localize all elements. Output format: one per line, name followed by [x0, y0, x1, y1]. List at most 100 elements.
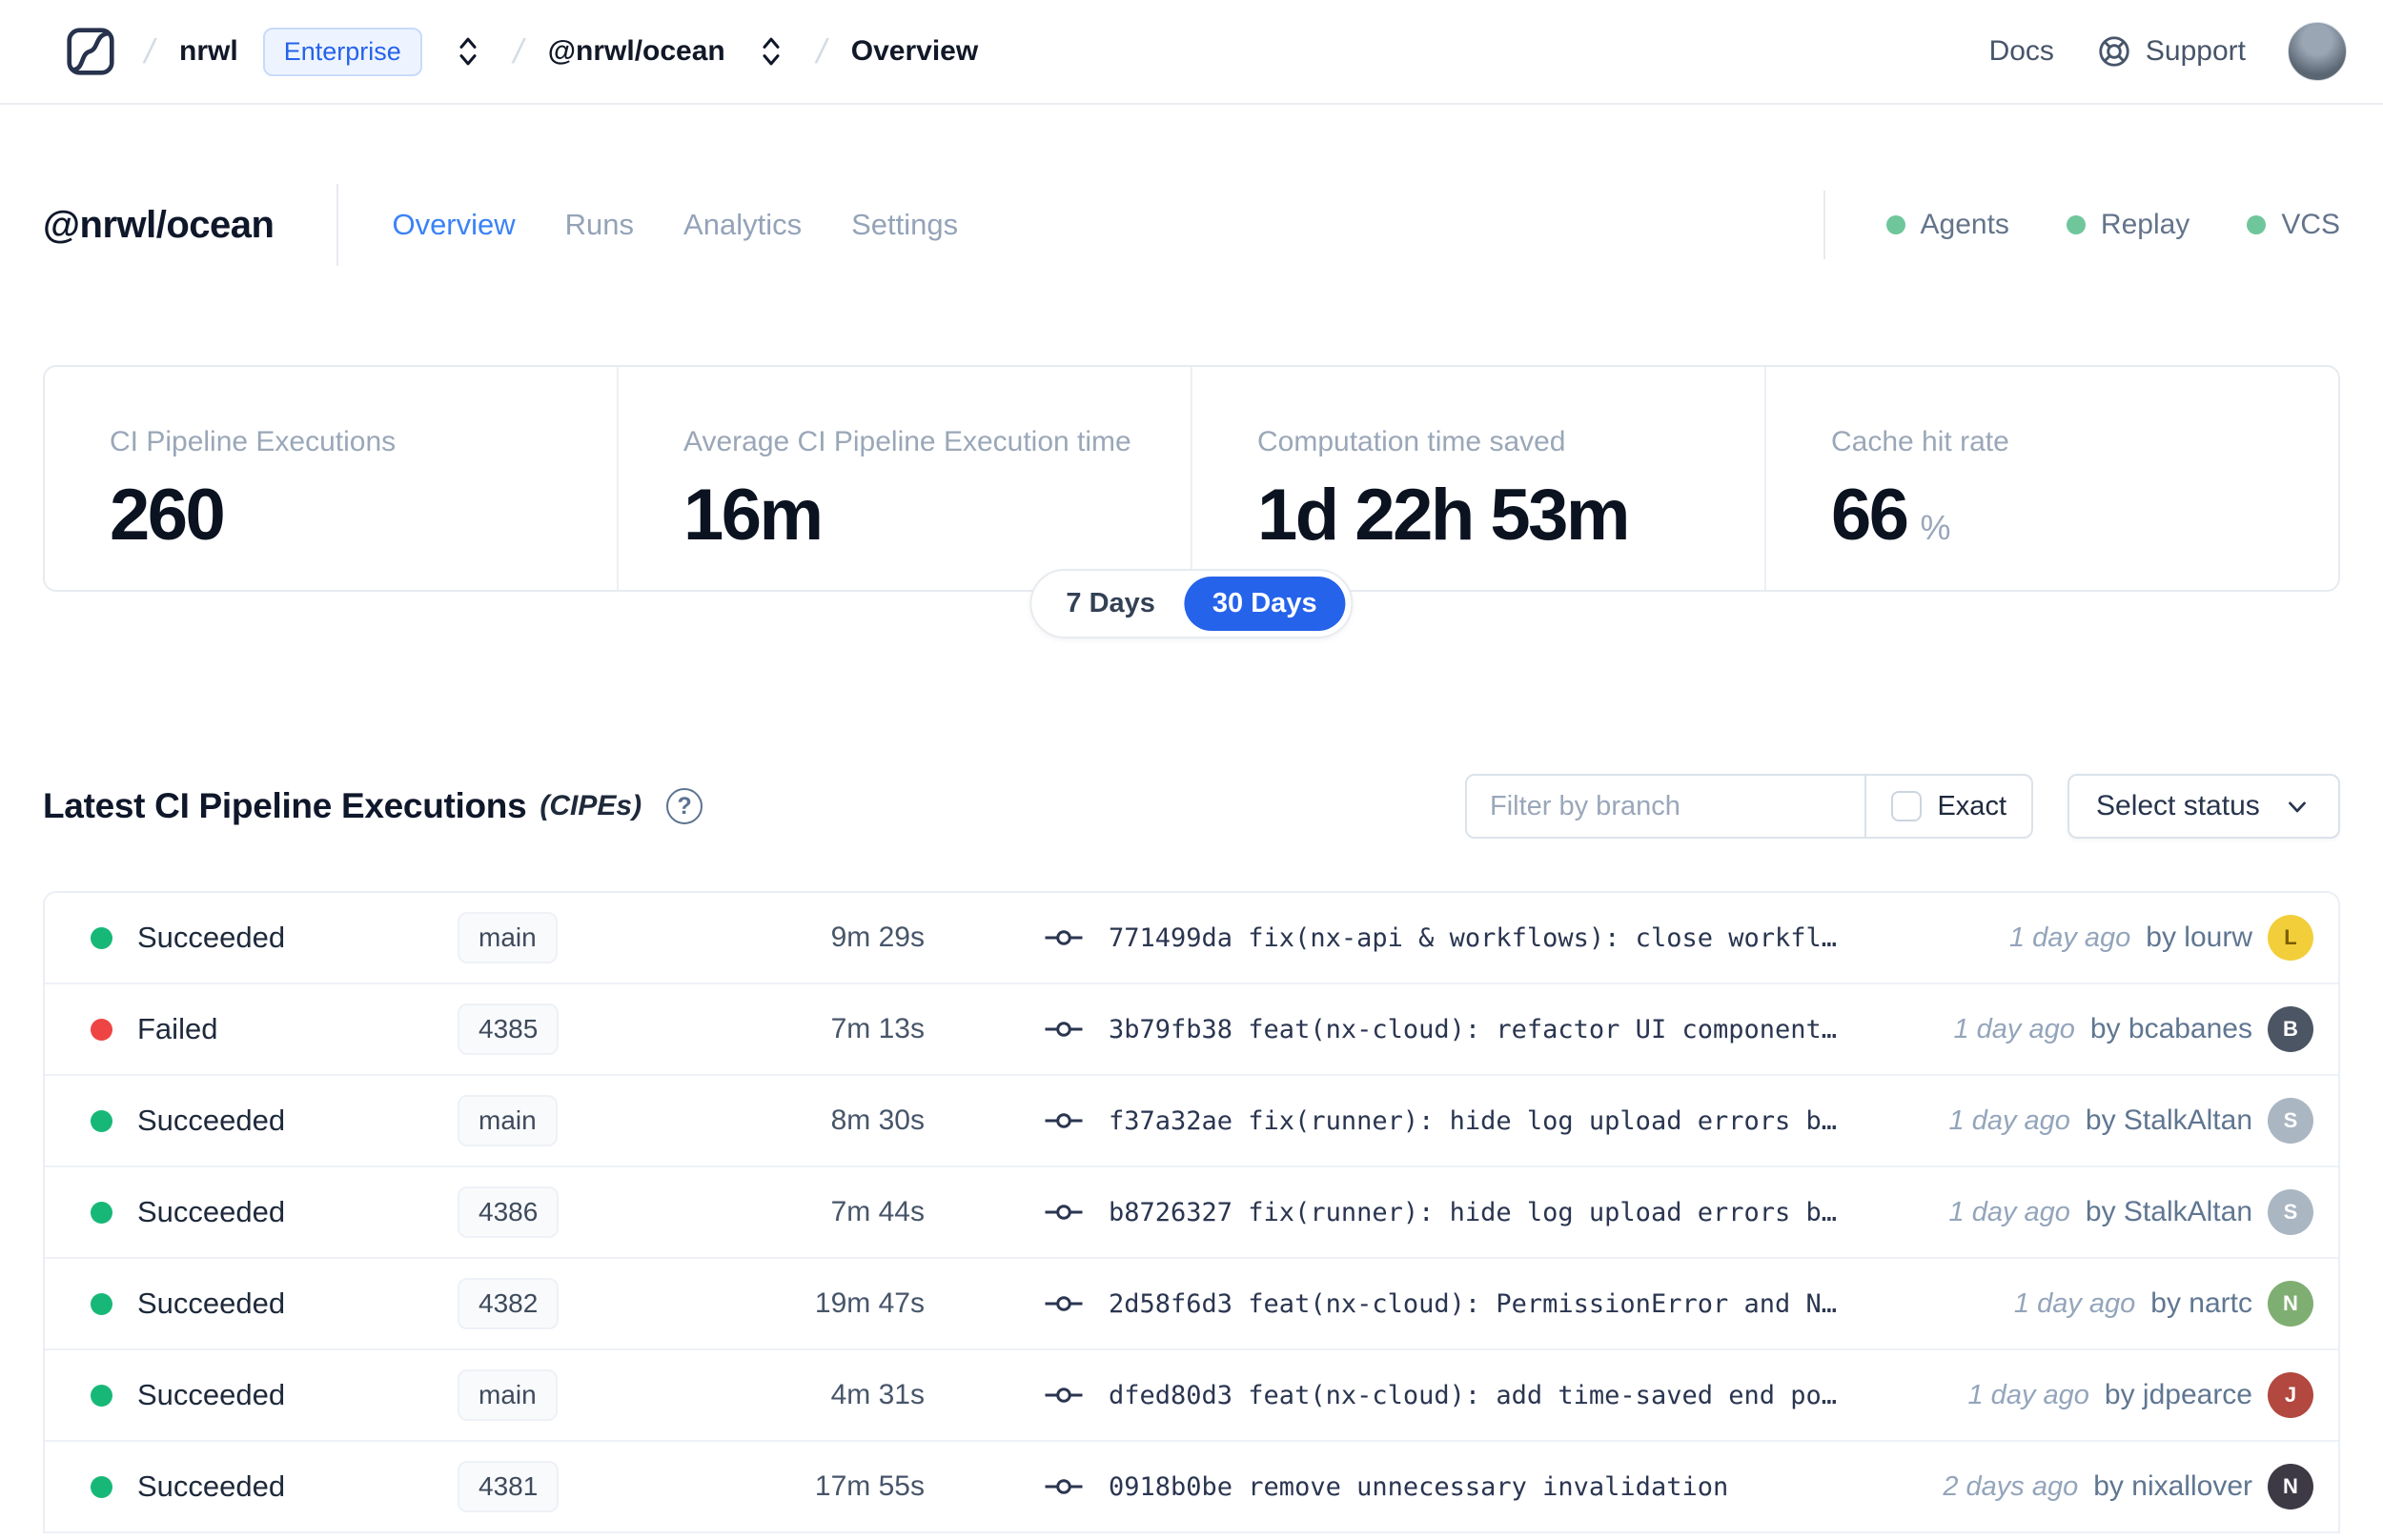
cipe-filters: Exact Select status — [1465, 774, 2340, 839]
support-link[interactable]: Support — [2096, 33, 2246, 70]
author-avatar: L — [2268, 915, 2313, 961]
org-switcher-button[interactable] — [447, 25, 489, 78]
table-row[interactable]: Failed 4385 7m 13s 3b79fb38 feat(nx-clou… — [45, 984, 2338, 1076]
green-status-dot — [2247, 215, 2267, 234]
user-avatar[interactable] — [2288, 22, 2347, 81]
page-title: @nrwl/ocean — [43, 203, 275, 246]
branch-badge[interactable]: main — [458, 1369, 558, 1421]
git-commit-icon — [1044, 1290, 1084, 1317]
divider — [336, 184, 339, 266]
time-ago: 1 day ago — [1953, 1013, 2075, 1044]
docs-link[interactable]: Docs — [1989, 35, 2054, 68]
author: by StalkAltan — [2085, 1104, 2252, 1136]
status-label: Succeeded — [137, 1195, 286, 1228]
workspace-name[interactable]: @nrwl/ocean — [548, 35, 725, 68]
table-row[interactable]: Succeeded 4382 19m 47s 2d58f6d3 feat(nx-… — [45, 1259, 2338, 1350]
breadcrumb-separator: / — [140, 31, 159, 71]
commit-message[interactable]: 771499da fix(nx-api & workflows): close … — [1109, 923, 1837, 953]
current-page-name: Overview — [850, 35, 979, 67]
feature-replay: Replay — [2066, 209, 2190, 241]
tab-runs[interactable]: Runs — [565, 208, 634, 242]
exact-match-toggle[interactable]: Exact — [1864, 776, 2031, 837]
status-dot — [91, 1109, 112, 1132]
section-title: Latest CI Pipeline Executions — [43, 786, 527, 825]
tab-overview[interactable]: Overview — [392, 208, 515, 242]
table-row[interactable]: Succeeded 4386 7m 44s b8726327 fix(runne… — [45, 1167, 2338, 1259]
duration: 7m 44s — [830, 1196, 925, 1227]
toggle-7-days[interactable]: 7 Days — [1037, 577, 1184, 631]
branch-badge[interactable]: 4382 — [458, 1278, 560, 1329]
table-row[interactable]: Succeeded main 9m 29s 771499da fix(nx-ap… — [45, 893, 2338, 984]
workspace-header: @nrwl/ocean Overview Runs Analytics Sett… — [43, 181, 2340, 269]
commit-message[interactable]: f37a32ae fix(runner): hide log upload er… — [1109, 1106, 1837, 1136]
author-avatar: S — [2268, 1189, 2313, 1235]
branch-badge[interactable]: 4381 — [458, 1461, 560, 1512]
author: by nartc — [2150, 1287, 2252, 1319]
status-dot — [91, 1018, 112, 1041]
workspace-switcher-button[interactable] — [750, 25, 792, 78]
status-label: Succeeded — [137, 1104, 286, 1137]
stat-card-ci-pipeline-executions: CI Pipeline Executions 260 — [110, 426, 397, 556]
author-avatar: N — [2268, 1281, 2313, 1327]
git-commit-icon — [1044, 1382, 1084, 1408]
git-commit-icon — [1044, 924, 1084, 951]
commit-message[interactable]: b8726327 fix(runner): hide log upload er… — [1109, 1198, 1837, 1227]
chevron-down-icon — [2283, 792, 2312, 821]
table-row[interactable]: Succeeded main 4m 31s dfed80d3 feat(nx-c… — [45, 1350, 2338, 1442]
cipe-table: Succeeded main 9m 29s 771499da fix(nx-ap… — [43, 891, 2340, 1533]
breadcrumb-separator: / — [509, 31, 528, 71]
status-dot — [91, 1201, 112, 1224]
org-name[interactable]: nrwl — [179, 35, 238, 68]
branch-badge[interactable]: 4386 — [458, 1186, 560, 1238]
commit-message[interactable]: dfed80d3 feat(nx-cloud): add time-saved … — [1109, 1381, 1837, 1410]
green-status-dot — [1885, 215, 1905, 234]
stats-card-row: CI Pipeline Executions 260 Average CI Pi… — [43, 365, 2340, 592]
stat-card-computation-time-saved: Computation time saved 1d 22h 53m — [1191, 367, 1764, 590]
tab-settings[interactable]: Settings — [851, 208, 958, 242]
duration: 4m 31s — [830, 1379, 925, 1410]
git-commit-icon — [1044, 1016, 1084, 1043]
help-icon[interactable]: ? — [666, 788, 703, 824]
author: by lourw — [2146, 922, 2252, 953]
status-label: Succeeded — [137, 1378, 286, 1411]
table-row[interactable]: Succeeded 4381 17m 55s 0918b0be remove u… — [45, 1442, 2338, 1533]
commit-message[interactable]: 2d58f6d3 feat(nx-cloud): PermissionError… — [1109, 1289, 1837, 1319]
status-dot — [91, 1475, 112, 1498]
status-select-dropdown[interactable]: Select status — [2067, 774, 2340, 839]
time-ago: 1 day ago — [1948, 1196, 2070, 1227]
status-label: Succeeded — [137, 921, 286, 954]
time-ago: 1 day ago — [2013, 1287, 2136, 1319]
enterprise-badge: Enterprise — [262, 27, 422, 76]
nx-cloud-logo-icon[interactable] — [61, 22, 120, 81]
duration: 19m 47s — [814, 1287, 925, 1319]
table-row[interactable]: Succeeded main 8m 30s f37a32ae fix(runne… — [45, 1076, 2338, 1167]
toggle-30-days[interactable]: 30 Days — [1183, 577, 1346, 631]
tab-analytics[interactable]: Analytics — [683, 208, 802, 242]
cipe-section-header: Latest CI Pipeline Executions (CIPEs) ? … — [43, 770, 2340, 842]
exact-checkbox[interactable] — [1891, 791, 1923, 821]
author: by StalkAltan — [2085, 1196, 2252, 1227]
branch-badge[interactable]: main — [458, 912, 558, 963]
branch-badge[interactable]: 4385 — [458, 1003, 560, 1055]
branch-filter-input[interactable] — [1467, 776, 1865, 837]
stat-card-average-execution-time: Average CI Pipeline Execution time 16m — [617, 367, 1191, 590]
exact-label: Exact — [1937, 790, 2006, 821]
author: by bcabanes — [2089, 1013, 2252, 1044]
breadcrumb-separator: / — [812, 31, 831, 71]
commit-message[interactable]: 0918b0be remove unnecessary invalidation — [1109, 1472, 1728, 1502]
git-commit-icon — [1044, 1199, 1084, 1226]
divider — [1823, 191, 1825, 259]
top-navbar: / nrwl Enterprise / @nrwl/ocean / Overvi… — [0, 0, 2383, 105]
branch-badge[interactable]: main — [458, 1095, 558, 1146]
status-dot — [91, 1292, 112, 1315]
duration: 17m 55s — [814, 1470, 925, 1502]
commit-message[interactable]: 3b79fb38 feat(nx-cloud): refactor UI com… — [1109, 1015, 1837, 1044]
status-label: Succeeded — [137, 1287, 286, 1320]
author-avatar: J — [2268, 1372, 2313, 1418]
branch-filter-group: Exact — [1465, 774, 2033, 839]
time-ago: 1 day ago — [1948, 1104, 2070, 1136]
time-ago: 2 days ago — [1943, 1470, 2079, 1502]
author-avatar: N — [2268, 1464, 2313, 1510]
stat-card-cache-hit-rate: Cache hit rate 66 % — [1764, 367, 2338, 590]
author-avatar: S — [2268, 1098, 2313, 1144]
